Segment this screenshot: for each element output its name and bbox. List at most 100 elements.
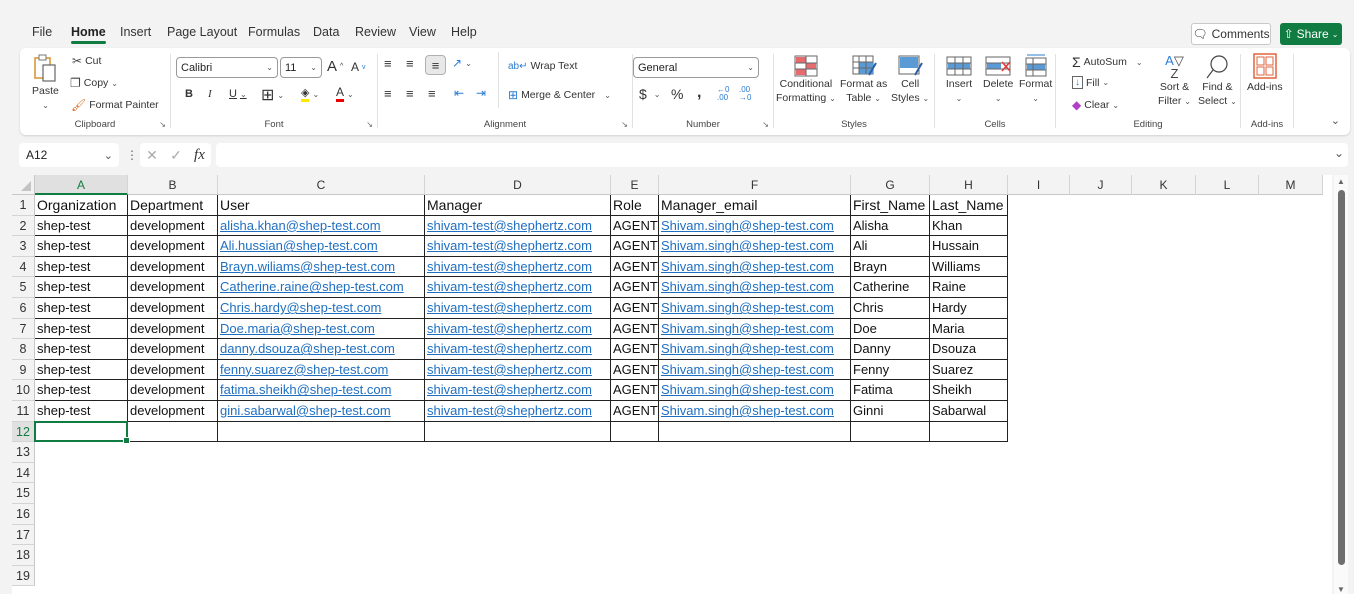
- email-link-cell[interactable]: shivam-test@shephertz.com: [425, 236, 611, 257]
- table-cell[interactable]: Brayn: [851, 256, 930, 278]
- column-header-f[interactable]: F: [659, 175, 851, 195]
- row-header-7[interactable]: 7: [12, 318, 35, 340]
- table-cell[interactable]: development: [128, 401, 218, 422]
- addins-button[interactable]: Add-ins: [1247, 52, 1283, 94]
- merge-center-button[interactable]: ⊞ Merge & Center ⌄: [508, 88, 611, 102]
- dialog-launcher-icon[interactable]: ↘: [621, 120, 628, 129]
- column-header-k[interactable]: K: [1132, 175, 1196, 195]
- email-link-cell[interactable]: Shivam.singh@shep-test.com: [659, 318, 851, 340]
- row-header-19[interactable]: 19: [12, 565, 35, 587]
- grow-font-button[interactable]: A ^: [327, 58, 343, 75]
- column-header-d[interactable]: D: [425, 175, 611, 195]
- dialog-launcher-icon[interactable]: ↘: [762, 120, 769, 129]
- email-link-cell[interactable]: shivam-test@shephertz.com: [425, 318, 611, 340]
- table-cell[interactable]: Sheikh: [930, 380, 1008, 401]
- font-color-button[interactable]: A ⌄: [336, 86, 354, 102]
- table-cell[interactable]: shep-test: [35, 298, 128, 319]
- table-cell[interactable]: AGENT: [611, 298, 659, 319]
- clear-button[interactable]: ◆ Clear ⌄: [1072, 98, 1119, 112]
- row-header-8[interactable]: 8: [12, 339, 35, 360]
- table-cell[interactable]: [425, 421, 611, 443]
- scrollbar-thumb[interactable]: [1338, 190, 1345, 565]
- table-cell[interactable]: Maria: [930, 318, 1008, 340]
- column-header-a[interactable]: A: [35, 175, 128, 195]
- column-header-i[interactable]: I: [1008, 175, 1070, 195]
- email-link-cell[interactable]: shivam-test@shephertz.com: [425, 401, 611, 422]
- row-header-6[interactable]: 6: [12, 298, 35, 319]
- tab-data[interactable]: Data: [313, 25, 339, 39]
- table-cell[interactable]: Fatima: [851, 380, 930, 401]
- table-cell[interactable]: shep-test: [35, 339, 128, 360]
- table-cell[interactable]: [128, 421, 218, 443]
- email-link-cell[interactable]: shivam-test@shephertz.com: [425, 256, 611, 278]
- table-cell[interactable]: development: [128, 359, 218, 381]
- table-cell[interactable]: Ginni: [851, 401, 930, 422]
- email-link-cell[interactable]: shivam-test@shephertz.com: [425, 359, 611, 381]
- table-cell[interactable]: shep-test: [35, 318, 128, 340]
- table-cell[interactable]: Hussain: [930, 236, 1008, 257]
- autosum-button[interactable]: Σ AutoSum ⌄: [1072, 54, 1143, 70]
- table-cell[interactable]: shep-test: [35, 215, 128, 237]
- table-cell[interactable]: AGENT: [611, 339, 659, 360]
- email-link-cell[interactable]: Shivam.singh@shep-test.com: [659, 339, 851, 360]
- dialog-launcher-icon[interactable]: ↘: [159, 120, 166, 129]
- copy-button[interactable]: ❐ Copy ⌄: [70, 76, 118, 90]
- email-link-cell[interactable]: Catherine.raine@shep-test.com: [218, 277, 425, 298]
- email-link-cell[interactable]: alisha.khan@shep-test.com: [218, 215, 425, 237]
- increase-indent-button[interactable]: ⇥: [476, 86, 486, 100]
- share-button[interactable]: ⇧ Share ⌄: [1280, 23, 1342, 45]
- row-header-15[interactable]: 15: [12, 483, 35, 504]
- more-options-icon[interactable]: ⋮: [126, 148, 138, 162]
- scroll-down-icon[interactable]: ▼: [1337, 585, 1345, 594]
- table-cell[interactable]: AGENT: [611, 256, 659, 278]
- column-header-l[interactable]: L: [1196, 175, 1259, 195]
- email-link-cell[interactable]: fatima.sheikh@shep-test.com: [218, 380, 425, 401]
- number-format-select[interactable]: General ⌄: [633, 57, 759, 78]
- email-link-cell[interactable]: Doe.maria@shep-test.com: [218, 318, 425, 340]
- comments-button[interactable]: 🗨︎ Comments: [1191, 23, 1271, 45]
- collapse-ribbon-icon[interactable]: ⌄: [1331, 114, 1340, 127]
- header-cell[interactable]: First_Name: [851, 195, 930, 216]
- header-cell[interactable]: Last_Name: [930, 195, 1008, 216]
- email-link-cell[interactable]: Chris.hardy@shep-test.com: [218, 298, 425, 319]
- column-header-e[interactable]: E: [611, 175, 659, 195]
- expand-formula-bar-icon[interactable]: ⌄: [1334, 146, 1344, 160]
- email-link-cell[interactable]: shivam-test@shephertz.com: [425, 298, 611, 319]
- row-header-3[interactable]: 3: [12, 236, 35, 257]
- header-cell[interactable]: Organization: [35, 195, 128, 216]
- email-link-cell[interactable]: shivam-test@shephertz.com: [425, 277, 611, 298]
- tab-page-layout[interactable]: Page Layout: [167, 25, 237, 39]
- enter-icon[interactable]: ✓: [170, 147, 182, 164]
- column-header-b[interactable]: B: [128, 175, 218, 195]
- italic-button[interactable]: I: [208, 88, 212, 100]
- table-cell[interactable]: AGENT: [611, 215, 659, 237]
- align-right-button[interactable]: ≡: [428, 86, 436, 101]
- table-cell[interactable]: Khan: [930, 215, 1008, 237]
- tab-file[interactable]: File: [32, 25, 52, 39]
- underline-button[interactable]: U ⌄: [229, 88, 247, 100]
- email-link-cell[interactable]: Shivam.singh@shep-test.com: [659, 236, 851, 257]
- column-header-g[interactable]: G: [851, 175, 930, 195]
- borders-button[interactable]: ⊞ ⌄: [261, 85, 284, 105]
- row-header-18[interactable]: 18: [12, 545, 35, 566]
- table-cell[interactable]: Williams: [930, 256, 1008, 278]
- format-cells-button[interactable]: Format ⌄: [1019, 53, 1052, 105]
- table-cell[interactable]: AGENT: [611, 401, 659, 422]
- email-link-cell[interactable]: shivam-test@shephertz.com: [425, 339, 611, 360]
- tab-view[interactable]: View: [409, 25, 436, 39]
- table-cell[interactable]: Ali: [851, 236, 930, 257]
- tab-help[interactable]: Help: [451, 25, 477, 39]
- formula-input[interactable]: [216, 143, 1348, 167]
- row-header-13[interactable]: 13: [12, 442, 35, 463]
- row-header-11[interactable]: 11: [12, 401, 35, 422]
- table-cell[interactable]: Sabarwal: [930, 401, 1008, 422]
- fill-button[interactable]: ↓ Fill ⌄: [1072, 76, 1109, 89]
- cell-styles-button[interactable]: Cell Styles ⌄: [891, 55, 929, 105]
- table-cell[interactable]: AGENT: [611, 318, 659, 340]
- find-select-button[interactable]: Find & Select ⌄: [1198, 54, 1237, 108]
- email-link-cell[interactable]: Brayn.wiliams@shep-test.com: [218, 256, 425, 278]
- column-header-c[interactable]: C: [218, 175, 425, 195]
- scroll-up-icon[interactable]: ▲: [1337, 177, 1345, 186]
- cancel-icon[interactable]: ✕: [146, 147, 158, 164]
- row-header-2[interactable]: 2: [12, 215, 35, 237]
